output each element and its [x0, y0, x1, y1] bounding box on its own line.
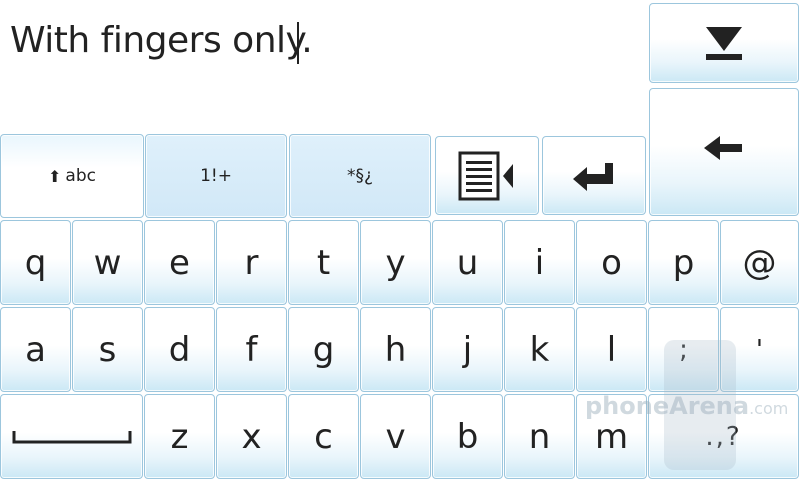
key-t[interactable]: t	[288, 220, 359, 305]
key-z[interactable]: z	[144, 394, 215, 479]
key-l[interactable]: l	[576, 307, 647, 392]
text-input-area[interactable]: With fingers only.	[0, 0, 645, 130]
key-x[interactable]: x	[216, 394, 287, 479]
key-a[interactable]: a	[0, 307, 71, 392]
mode-alpha-key[interactable]: ⬆ abc	[0, 134, 144, 218]
key-y[interactable]: y	[360, 220, 431, 305]
key-b[interactable]: b	[432, 394, 503, 479]
typed-text: With fingers only.	[10, 20, 313, 61]
key-i[interactable]: i	[504, 220, 575, 305]
key-d[interactable]: d	[144, 307, 215, 392]
key-s[interactable]: s	[72, 307, 143, 392]
key-u[interactable]: u	[432, 220, 503, 305]
key-w[interactable]: w	[72, 220, 143, 305]
options-button[interactable]	[435, 136, 539, 215]
shift-arrow-icon: ⬆	[48, 166, 62, 186]
key-o[interactable]: o	[576, 220, 647, 305]
mode-numbers-key[interactable]: 1!+	[145, 134, 287, 218]
key-m[interactable]: m	[576, 394, 647, 479]
key-at[interactable]: @	[720, 220, 799, 305]
key-n[interactable]: n	[504, 394, 575, 479]
space-bar-icon	[12, 430, 131, 443]
key-apostrophe[interactable]: '	[720, 307, 799, 392]
key-k[interactable]: k	[504, 307, 575, 392]
key-c[interactable]: c	[288, 394, 359, 479]
key-g[interactable]: g	[288, 307, 359, 392]
enter-icon	[573, 162, 613, 191]
key-q[interactable]: q	[0, 220, 71, 305]
key-j[interactable]: j	[432, 307, 503, 392]
mode-symbols-key[interactable]: *§¿	[289, 134, 431, 218]
enter-button[interactable]	[542, 136, 646, 215]
text-caret	[297, 22, 299, 64]
hide-keyboard-button[interactable]	[649, 3, 799, 83]
menu-list-icon	[458, 151, 513, 200]
key-e[interactable]: e	[144, 220, 215, 305]
space-bar[interactable]	[0, 394, 143, 479]
key-punctuation[interactable]: .,?	[648, 394, 799, 479]
backspace-icon	[704, 136, 742, 160]
backspace-button[interactable]	[649, 88, 799, 216]
hide-keyboard-icon	[706, 27, 742, 60]
key-v[interactable]: v	[360, 394, 431, 479]
key-f[interactable]: f	[216, 307, 287, 392]
key-h[interactable]: h	[360, 307, 431, 392]
key-r[interactable]: r	[216, 220, 287, 305]
key-p[interactable]: p	[648, 220, 719, 305]
key-semicolon[interactable]: ;	[648, 307, 719, 392]
